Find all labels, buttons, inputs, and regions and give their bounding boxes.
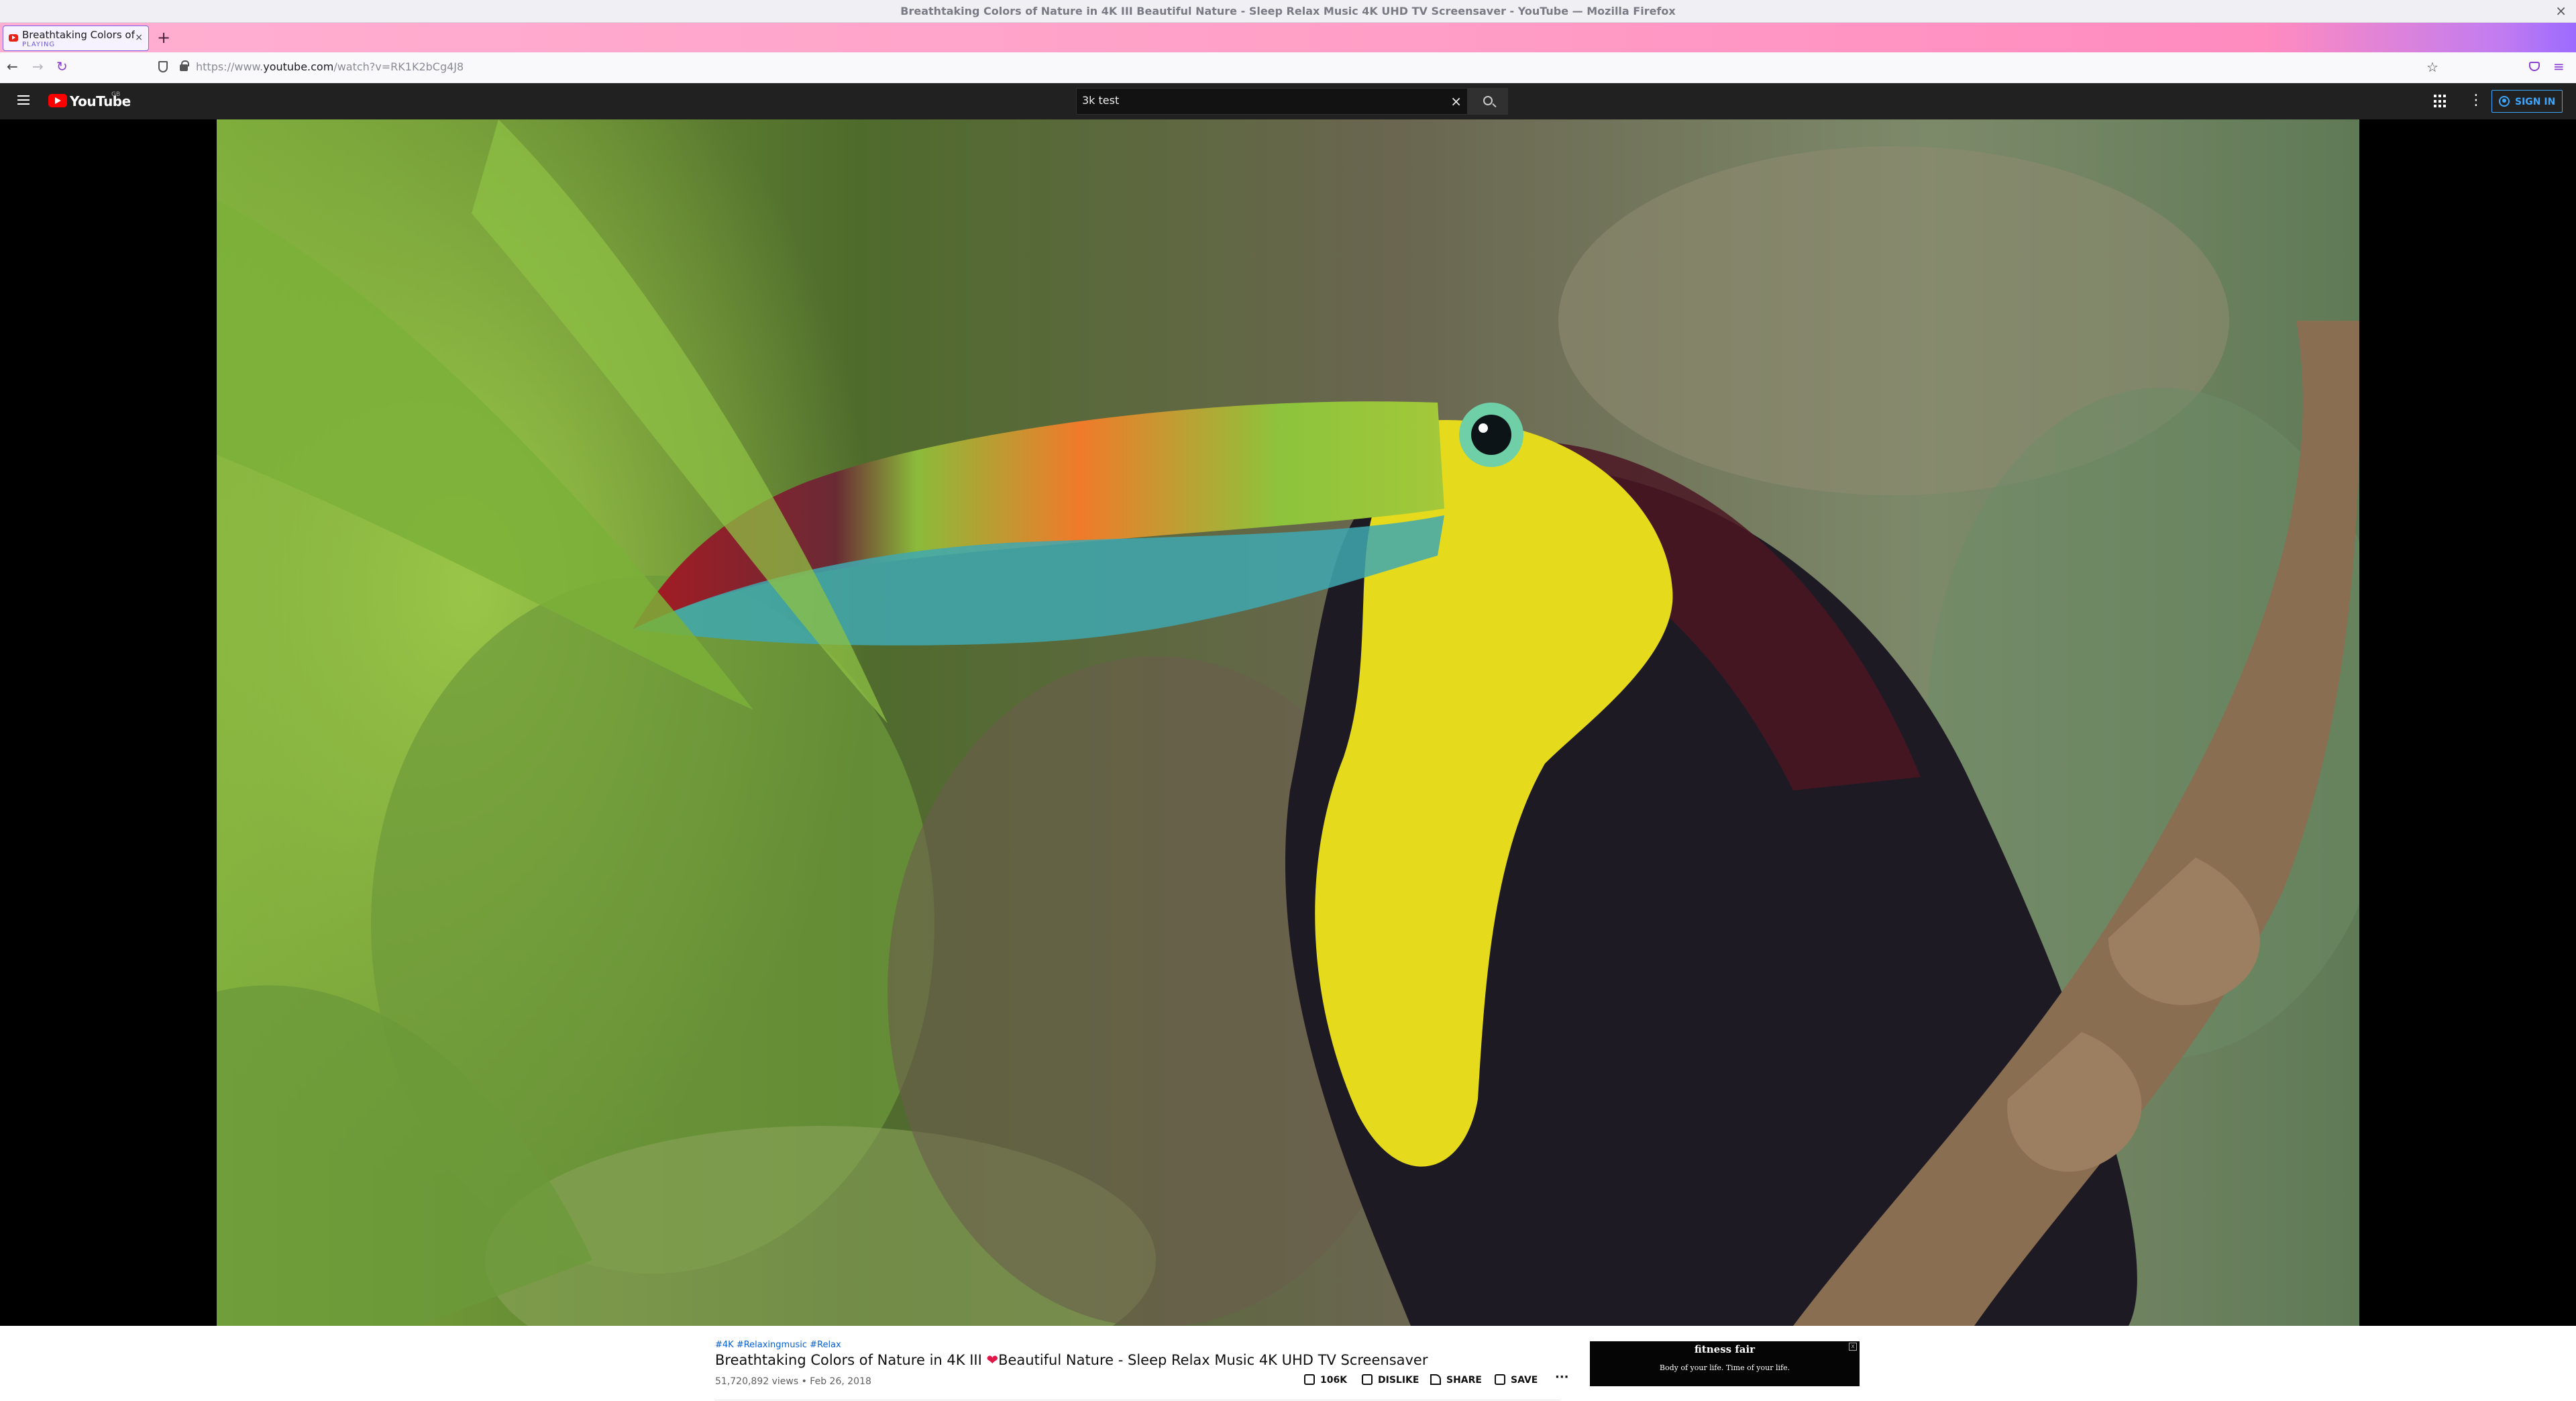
video-info-section: #4K #Relaxingmusic #Relax Breathtaking C… xyxy=(0,1326,2576,1401)
video-player[interactable] xyxy=(0,119,2576,1326)
youtube-logo-text[interactable]: YouTube xyxy=(70,93,131,109)
video-views-date: 51,720,892 views • Feb 26, 2018 xyxy=(715,1376,871,1387)
url-domain: youtube.com xyxy=(263,60,334,73)
like-button[interactable]: 106K xyxy=(1304,1374,1347,1386)
navigation-bar: ← → ↻ https://www.youtube.com/watch?v=RK… xyxy=(0,52,2576,83)
video-title-part1: Breathtaking Colors of Nature in 4K III xyxy=(715,1352,987,1368)
forward-button[interactable]: → xyxy=(32,58,44,74)
thumbs-down-icon xyxy=(1362,1374,1373,1385)
save-button[interactable]: SAVE xyxy=(1495,1374,1538,1386)
url-text[interactable]: https://www.youtube.com/watch?v=RK1K2bCg… xyxy=(196,60,464,73)
app-menu-icon[interactable]: ≡ xyxy=(2553,58,2565,74)
url-bar[interactable]: https://www.youtube.com/watch?v=RK1K2bCg… xyxy=(153,56,2447,79)
settings-more-icon[interactable]: ⋮ xyxy=(2469,92,2483,109)
heart-emoji-icon: ❤ xyxy=(986,1352,999,1368)
sign-in-label: SIGN IN xyxy=(2515,97,2556,107)
pocket-icon[interactable] xyxy=(2529,62,2540,71)
share-label: SHARE xyxy=(1446,1375,1482,1386)
search-clear-icon[interactable]: × xyxy=(1450,93,1462,109)
video-frame[interactable] xyxy=(217,119,2359,1326)
video-hashtags[interactable]: #4K #Relaxingmusic #Relax xyxy=(715,1340,841,1350)
share-button[interactable]: SHARE xyxy=(1430,1374,1482,1386)
youtube-favicon-icon xyxy=(9,34,18,42)
reload-button[interactable]: ↻ xyxy=(56,58,68,74)
window-title: Breathtaking Colors of Nature in 4K III … xyxy=(900,5,1676,17)
toucan-video-image xyxy=(217,119,2359,1326)
dislike-label: DISLIKE xyxy=(1378,1375,1419,1386)
ad-tagline: Body of your life. Time of your life. xyxy=(1659,1363,1790,1372)
new-tab-button[interactable]: + xyxy=(157,28,170,47)
dislike-button[interactable]: DISLIKE xyxy=(1362,1374,1419,1386)
video-title-part2: Beautiful Nature - Sleep Relax Music 4K … xyxy=(998,1352,1428,1368)
playlist-add-icon xyxy=(1495,1374,1505,1385)
window-close-icon[interactable]: × xyxy=(2555,3,2567,19)
sign-in-button[interactable]: SIGN IN xyxy=(2491,90,2563,113)
region-code: GB xyxy=(111,91,121,98)
search-box[interactable]: × xyxy=(1076,88,1468,115)
thumbs-up-icon xyxy=(1304,1374,1315,1385)
more-actions-button[interactable]: ··· xyxy=(1555,1370,1569,1384)
like-count: 106K xyxy=(1320,1375,1348,1386)
hamburger-menu-icon[interactable] xyxy=(17,95,30,105)
browser-tab-youtube[interactable]: Breathtaking Colors of Nature in 4K III … xyxy=(3,25,149,51)
youtube-logo-icon[interactable] xyxy=(48,94,67,107)
ad-banner[interactable]: fitness fair Body of your life. Time of … xyxy=(1590,1341,1860,1386)
search-input[interactable] xyxy=(1082,94,1444,107)
bookmark-star-icon[interactable]: ☆ xyxy=(2426,59,2438,75)
search-button[interactable] xyxy=(1468,88,1508,115)
ad-brand: fitness fair xyxy=(1694,1343,1756,1355)
youtube-masthead: YouTube GB × ⋮ SIGN IN xyxy=(0,83,2576,119)
lock-icon[interactable] xyxy=(180,60,189,71)
account-icon xyxy=(2499,96,2510,107)
window-titlebar: Breathtaking Colors of Nature in 4K III … xyxy=(0,0,2576,23)
video-title: Breathtaking Colors of Nature in 4K III … xyxy=(715,1352,1428,1368)
save-label: SAVE xyxy=(1511,1375,1538,1386)
url-path: /watch?v=RK1K2bCg4J8 xyxy=(333,60,464,73)
url-prefix: https://www. xyxy=(196,60,264,73)
ad-close-icon[interactable]: x xyxy=(1849,1343,1857,1351)
back-button[interactable]: ← xyxy=(7,58,18,74)
search-icon xyxy=(1483,96,1493,105)
tab-playing-indicator: PLAYING xyxy=(22,41,56,48)
tracking-protection-shield-icon[interactable] xyxy=(158,61,168,72)
share-icon xyxy=(1430,1374,1441,1385)
tab-label: Breathtaking Colors of Nature in 4K III … xyxy=(22,29,135,41)
apps-grid-icon[interactable] xyxy=(2434,95,2447,108)
tab-close-icon[interactable]: × xyxy=(135,32,143,43)
tab-strip: Breathtaking Colors of Nature in 4K III … xyxy=(0,23,2576,52)
